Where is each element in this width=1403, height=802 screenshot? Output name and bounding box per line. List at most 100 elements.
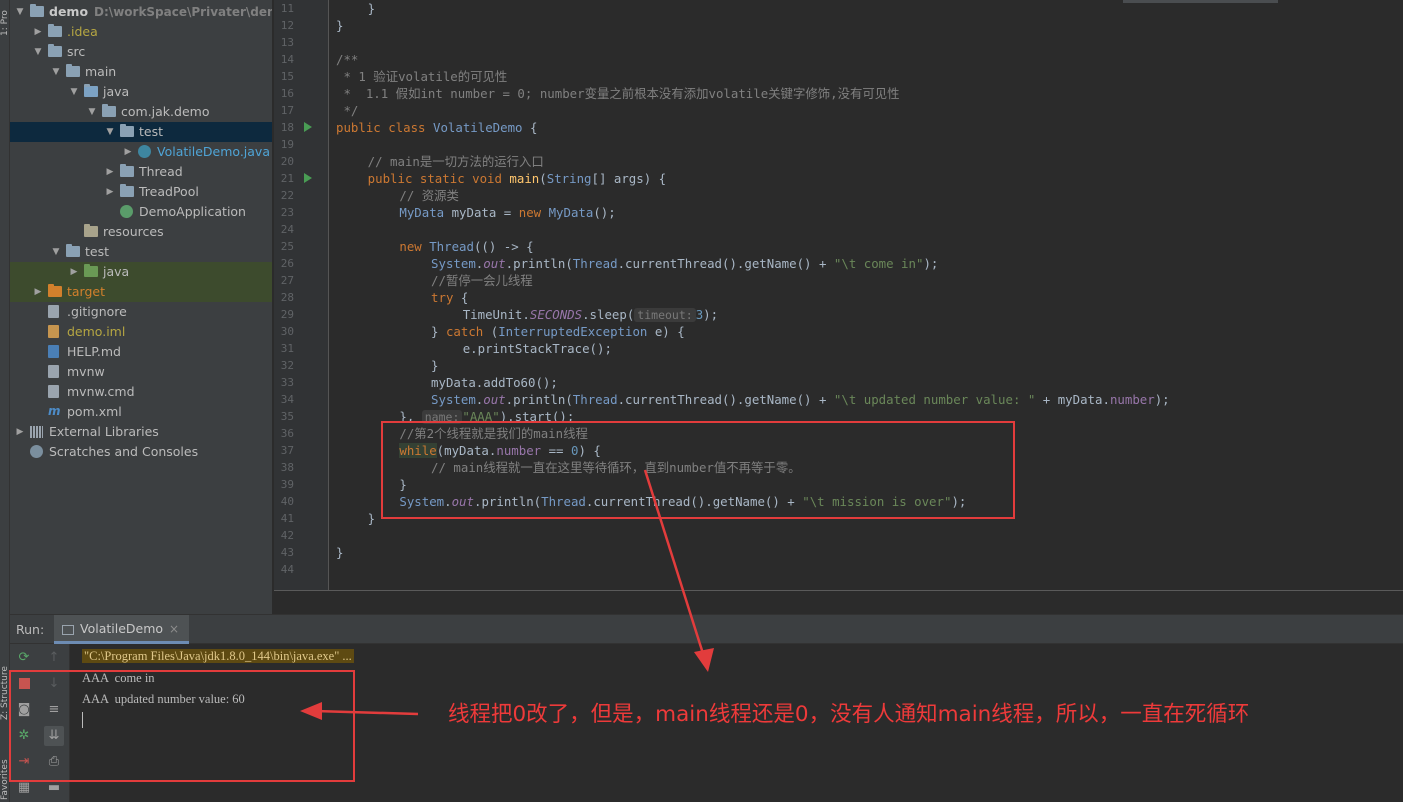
run-gutter-icon[interactable] xyxy=(304,173,312,183)
code-token: ( xyxy=(539,171,547,186)
code-token: .println( xyxy=(505,256,573,271)
chevron-down-icon[interactable]: ▼ xyxy=(68,82,80,102)
code-line[interactable]: //暂停一会儿线程 xyxy=(431,272,533,289)
tree-item-label: External Libraries xyxy=(49,424,159,439)
code-line[interactable]: } xyxy=(336,17,343,34)
chevron-right-icon[interactable]: ▶ xyxy=(68,262,80,282)
rerun-icon[interactable]: ⟳ xyxy=(14,648,34,668)
code-line[interactable]: try { xyxy=(431,289,468,306)
code-token: } xyxy=(367,1,376,16)
code-line[interactable]: System.out.println(Thread.currentThread(… xyxy=(431,391,1170,408)
tree-item-main[interactable]: ▼ main xyxy=(10,62,272,82)
line-number: 34 xyxy=(280,393,294,406)
code-line[interactable]: e.printStackTrace(); xyxy=(463,340,612,357)
code-token: System xyxy=(431,392,476,407)
tree-item-demo-iml[interactable]: demo.iml xyxy=(10,322,272,342)
tree-item-help-md[interactable]: HELP.md xyxy=(10,342,272,362)
code-line[interactable]: } xyxy=(431,357,438,374)
chevron-right-icon[interactable]: ▶ xyxy=(32,22,44,42)
code-token: new xyxy=(518,205,549,220)
code-token: String xyxy=(546,171,592,186)
chevron-down-icon[interactable]: ▼ xyxy=(86,102,98,122)
line-number: 15 xyxy=(280,70,294,83)
code-line[interactable]: */ xyxy=(336,102,358,119)
run-gutter-icon[interactable] xyxy=(304,122,312,132)
chevron-down-icon[interactable]: ▼ xyxy=(50,62,62,82)
run-tool-header: Run: VolatileDemo × xyxy=(10,614,1403,644)
code-token: out xyxy=(483,256,506,271)
code-line[interactable]: // main是一切方法的运行入口 xyxy=(368,153,544,170)
code-token: (); xyxy=(593,205,616,220)
code-line[interactable]: public static void main(String[] args) { xyxy=(368,170,666,187)
code-line[interactable]: MyData myData = new MyData(); xyxy=(399,204,615,221)
tree-item-thread[interactable]: ▶ Thread xyxy=(10,162,272,182)
tree-item-com-jak-demo[interactable]: ▼ com.jak.demo xyxy=(10,102,272,122)
tree-item-gitignore[interactable]: .gitignore xyxy=(10,302,272,322)
code-line[interactable]: // 资源类 xyxy=(399,187,459,204)
code-token: new xyxy=(399,239,430,254)
tree-item-idea[interactable]: ▶ .idea xyxy=(10,22,272,42)
tree-item-demoapplication[interactable]: DemoApplication xyxy=(10,202,272,222)
tree-item-label: src xyxy=(67,44,86,59)
code-line[interactable]: } xyxy=(368,510,375,527)
up-arrow-icon[interactable]: ↑ xyxy=(44,648,64,668)
tree-item-demo[interactable]: ▼ demo D:\workSpace\Privater\demo xyxy=(10,2,272,22)
chevron-down-icon[interactable]: ▼ xyxy=(104,122,116,142)
code-token: .println( xyxy=(505,392,573,407)
chevron-right-icon[interactable]: ▶ xyxy=(32,282,44,302)
code-line[interactable]: /** xyxy=(336,51,358,68)
code-line[interactable]: TimeUnit.SECONDS.sleep(timeout: 3); xyxy=(463,306,718,323)
chevron-down-icon[interactable]: ▼ xyxy=(32,42,44,62)
code-line[interactable]: } xyxy=(336,544,343,561)
chevron-right-icon[interactable]: ▶ xyxy=(14,422,26,442)
code-line[interactable]: * 1.1 假如int number = 0; number变量之前根本没有添加… xyxy=(336,85,899,102)
chevron-right-icon[interactable]: ▶ xyxy=(104,162,116,182)
run-tab-volatiledemo[interactable]: VolatileDemo × xyxy=(54,615,190,644)
file-icon xyxy=(48,365,59,378)
code-line[interactable]: * 1 验证volatile的可见性 xyxy=(336,68,507,85)
panel-divider[interactable] xyxy=(274,590,1403,614)
chevron-right-icon[interactable]: ▶ xyxy=(122,142,134,162)
code-line[interactable]: } xyxy=(368,0,375,17)
line-number: 17 xyxy=(280,104,294,117)
tree-item-target[interactable]: ▶ target xyxy=(10,282,272,302)
folder-pkg-icon xyxy=(120,184,134,197)
tree-item-treadpool[interactable]: ▶ TreadPool xyxy=(10,182,272,202)
chevron-down-icon[interactable]: ▼ xyxy=(14,2,26,22)
code-line[interactable]: public class VolatileDemo { xyxy=(336,119,537,136)
code-line[interactable]: } catch (InterruptedException e) { xyxy=(431,323,685,340)
tree-item-mvnw[interactable]: mvnw xyxy=(10,362,272,382)
tree-item-volatiledemo-java[interactable]: ▶ VolatileDemo.java xyxy=(10,142,272,162)
code-token: ); xyxy=(923,256,939,271)
line-number: 12 xyxy=(280,19,294,32)
tree-item-resources[interactable]: resources xyxy=(10,222,272,242)
tree-item-label: DemoApplication xyxy=(139,204,246,219)
chevron-right-icon[interactable]: ▶ xyxy=(104,182,116,202)
editor-scrollbar[interactable] xyxy=(1123,0,1278,3)
tree-item-label: VolatileDemo.java xyxy=(157,144,270,159)
folder-pkg-icon xyxy=(120,164,134,177)
tree-item-java[interactable]: ▼ java xyxy=(10,82,272,102)
folder-res-icon xyxy=(84,224,98,237)
tree-item-scratches-and-consoles[interactable]: Scratches and Consoles xyxy=(10,442,272,462)
tree-item-test[interactable]: ▼ test xyxy=(10,122,272,142)
tree-item-mvnw-cmd[interactable]: mvnw.cmd xyxy=(10,382,272,402)
tree-item-pom-xml[interactable]: m pom.xml xyxy=(10,402,272,422)
tree-item-external-libraries[interactable]: ▶ External Libraries xyxy=(10,422,272,442)
close-icon[interactable]: × xyxy=(169,622,179,636)
code-line[interactable]: new Thread(() -> { xyxy=(399,238,533,255)
code-line[interactable]: System.out.println(Thread.currentThread(… xyxy=(431,255,938,272)
code-line[interactable]: myData.addTo60(); xyxy=(431,374,558,391)
line-number: 28 xyxy=(280,291,294,304)
run-label: Run: xyxy=(16,622,45,637)
chevron-down-icon[interactable]: ▼ xyxy=(50,242,62,262)
tree-item-java[interactable]: ▶ java xyxy=(10,262,272,282)
tree-item-test[interactable]: ▼ test xyxy=(10,242,272,262)
tree-item-src[interactable]: ▼ src xyxy=(10,42,272,62)
code-token: public class xyxy=(336,120,433,135)
project-tool-tab[interactable]: 1: Pro xyxy=(0,2,10,36)
tree-item-label: main xyxy=(85,64,117,79)
tree-item-label: java xyxy=(103,264,130,279)
line-number: 23 xyxy=(280,206,294,219)
code-token: Thread xyxy=(572,256,618,271)
